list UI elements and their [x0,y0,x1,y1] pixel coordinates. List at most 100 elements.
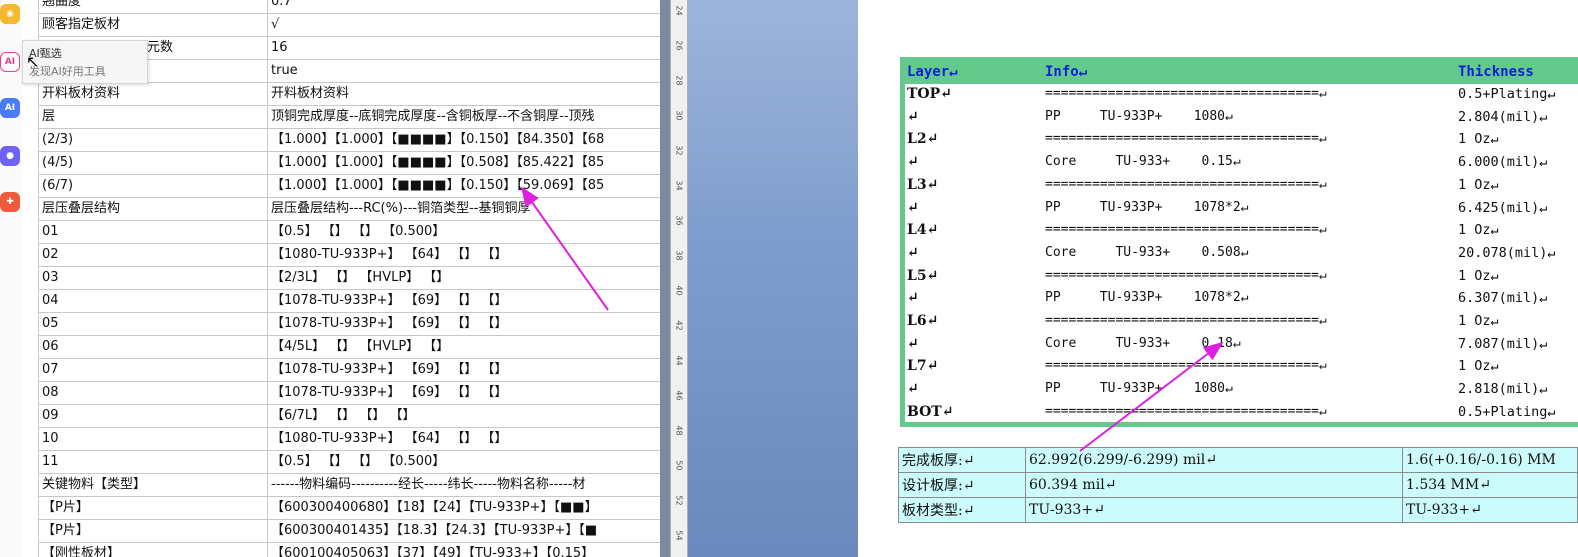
sheet-cell-value[interactable]: 16 [268,37,660,59]
sheet-cell-label[interactable]: 【P片】 [38,520,268,542]
sheet-cell-value[interactable]: 【1078-TU-933P+】 【69】 【】 【】 [268,313,660,335]
ruler-label: 50 [674,460,684,471]
sheet-cell-value[interactable]: 顶铜完成厚度--底铜完成厚度--含铜板厚--不含铜厚--顶残 [268,106,660,128]
ai-icon[interactable]: AI [0,52,20,72]
sheet-cell-label[interactable]: (6/7) [38,175,268,197]
sheet-cell-value[interactable]: 【1.000】【1.000】【■■■■】【0.508】【85.422】【85 [268,152,660,174]
sheet-cell-value[interactable]: √ [268,14,660,36]
sheet-cell-label[interactable]: 08 [38,382,268,404]
sheet-cell-label[interactable]: 06 [38,336,268,358]
stackup-row: ↵ Core TU-933+ 0.15↵ 6.000(mil)↵ [905,152,1578,175]
summary-value-mil: 62.992(6.299/-6.299) mil↵ [1025,447,1403,473]
layer-thickness: 1 Oz↵ [1458,222,1499,239]
sheet-cell-label[interactable]: 09 [38,405,268,427]
sheet-cell-label[interactable]: (2/3) [38,129,268,151]
sheet-row: 03 【2/3L】 【】 【HVLP】 【】 [38,267,660,290]
sheet-row: 【P片】 【600300400680】【18】【24】【TU-933P+】【■■】 [38,497,660,520]
ruler-label: 28 [674,75,684,86]
layer-info: ===================================↵ [1045,131,1327,147]
sheet-cell-label[interactable]: 【刚性板材】 [38,543,268,557]
sheet-cell-label[interactable]: 03 [38,267,268,289]
sheet-cell-value[interactable]: 【1078-TU-933P+】 【69】 【】 【】 [268,382,660,404]
summary-table: 完成板厚:↵ 62.992(6.299/-6.299) mil↵ 1.6(+0.… [898,447,1578,523]
stackup-row: ↵ Core TU-933+ 0.18↵ 7.087(mil)↵ [905,334,1578,357]
ai-tooltip[interactable]: AI甄选 发现AI好用工具 [22,40,148,84]
stackup-row: TOP↵ ===================================↵… [905,84,1578,107]
sheet-cell-value[interactable]: 0.7 [268,0,660,13]
summary-value-mm: 1.534 MM↵ [1402,472,1578,498]
chat-bot-icon[interactable]: ● [0,146,20,166]
layer-name: L5↵ [907,267,939,284]
sheet-cell-label[interactable]: 关键物料【类型】 [38,474,268,496]
sheet-cell-label[interactable]: 层压叠层结构 [38,198,268,220]
robot-icon[interactable]: ◉ [0,4,20,24]
layer-info: PP TU-933P+ 1078*2↵ [1045,290,1249,306]
layer-thickness: 20.078(mil)↵ [1458,244,1556,261]
ruler-label: 46 [674,390,684,401]
sheet-cell-label[interactable]: 11 [38,451,268,473]
sheet-cell-label[interactable]: 【P片】 [38,497,268,519]
summary-label: 完成板厚:↵ [898,447,1026,473]
sheet-cell-label[interactable]: 07 [38,359,268,381]
sheet-cell-label[interactable]: 05 [38,313,268,335]
sheet-row: (4/5) 【1.000】【1.000】【■■■■】【0.508】【85.422】… [38,152,660,175]
layer-thickness: 2.818(mil)↵ [1458,381,1548,398]
sheet-cell-value[interactable]: 【1080-TU-933P+】 【64】 【】 【】 [268,244,660,266]
sheet-cell-label[interactable]: 层 [38,106,268,128]
layer-thickness: 1 Oz↵ [1458,267,1499,284]
sheet-cell-value[interactable]: 【1.000】【1.000】【■■■■】【0.150】【84.350】【68 [268,129,660,151]
sheet-cell-value[interactable]: 层压叠层结构---RC(%)---铜箔类型--基铜铜厚 [268,198,660,220]
sheet-cell-value[interactable]: 【2/3L】 【】 【HVLP】 【】 [268,267,660,289]
sheet-cell-value[interactable]: 开料板材资料 [268,83,660,105]
sheet-cell-label[interactable]: (4/5) [38,152,268,174]
layer-thickness: 0.5+Plating↵ [1458,403,1556,420]
sheet-row: 11 【0.5】 【】 【】 【0.500】 [38,451,660,474]
layer-name: ↵ [907,244,919,261]
sheet-row: 02 【1080-TU-933P+】 【64】 【】 【】 [38,244,660,267]
ruler-label: 52 [674,495,684,506]
sheet-cell-label[interactable]: 10 [38,428,268,450]
ruler-label: 48 [674,425,684,436]
sheet-cell-value[interactable]: 【1.000】【1.000】【■■■■】【0.150】【59.069】【85 [268,175,660,197]
layer-info: ===================================↵ [1045,267,1327,283]
layer-info: ===================================↵ [1045,358,1327,374]
sheet-cell-label[interactable]: 开料板材资料 [38,83,268,105]
window-splitter[interactable] [660,0,670,557]
sheet-cell-value[interactable]: 【600300401435】【18.3】【24.3】【TU-933P+】【■ [268,520,660,542]
sheet-cell-value[interactable]: true [268,60,660,82]
ruler-label: 26 [674,40,684,51]
stackup-header: Layer↵ Info↵ Thickness [905,62,1578,84]
sheet-cell-value[interactable]: 【0.5】 【】 【】 【0.500】 [268,451,660,473]
layer-info: PP TU-933P+ 1080↵ [1045,381,1233,397]
layer-info: Core TU-933+ 0.18↵ [1045,335,1241,351]
sheet-row: 关键物料【类型】 ------物料编码----------经长-----纬长---… [38,474,660,497]
stackup-row: ↵ PP TU-933P+ 1078*2↵ 6.425(mil)↵ [905,198,1578,221]
sheet-row: 10 【1080-TU-933P+】 【64】 【】 【】 [38,428,660,451]
game-icon[interactable]: ✚ [0,192,20,212]
sheet-row: 07 【1078-TU-933P+】 【69】 【】 【】 [38,359,660,382]
sheet-cell-value[interactable]: 【1078-TU-933P+】 【69】 【】 【】 [268,359,660,381]
sheet-cell-label[interactable]: 翘曲度 [38,0,268,13]
layer-name: L6↵ [907,313,939,329]
layer-name: BOT↵ [907,403,954,420]
sheet-cell-label[interactable]: 02 [38,244,268,266]
ai-assistant-icon[interactable]: AI [0,98,20,118]
sheet-cell-label[interactable]: 顾客指定板材 [38,14,268,36]
sheet-row: 翘曲度 0.7 [38,0,660,14]
sheet-cell-value[interactable]: ------物料编码----------经长-----纬长-----物料名称--… [268,474,660,496]
sheet-cell-label[interactable]: 04 [38,290,268,312]
sheet-cell-value[interactable]: 【6/7L】 【】 【】 【】 [268,405,660,427]
sheet-cell-value[interactable]: 【1080-TU-933P+】 【64】 【】 【】 [268,428,660,450]
sheet-cell-label[interactable]: 01 [38,221,268,243]
sheet-cell-value[interactable]: 【4/5L】 【】 【HVLP】 【】 [268,336,660,358]
sheet-cell-value[interactable]: 【1078-TU-933P+】 【69】 【】 【】 [268,290,660,312]
sheet-cell-value[interactable]: 【0.5】 【】 【】 【0.500】 [268,221,660,243]
sheet-cell-value[interactable]: 【600100405063】【37】【49】【TU-933+】【0.15】 [268,543,660,557]
layer-info: ===================================↵ [1045,222,1327,238]
tooltip-subtitle: 发现AI好用工具 [29,65,106,78]
layer-thickness: 1 Oz↵ [1458,358,1499,375]
sheet-row: (2/3) 【1.000】【1.000】【■■■■】【0.150】【84.350】… [38,129,660,152]
stackup-row: L7↵ ===================================↵ 1… [905,356,1578,379]
summary-label: 板材类型:↵ [898,497,1026,523]
sheet-cell-value[interactable]: 【600300400680】【18】【24】【TU-933P+】【■■】 [268,497,660,519]
